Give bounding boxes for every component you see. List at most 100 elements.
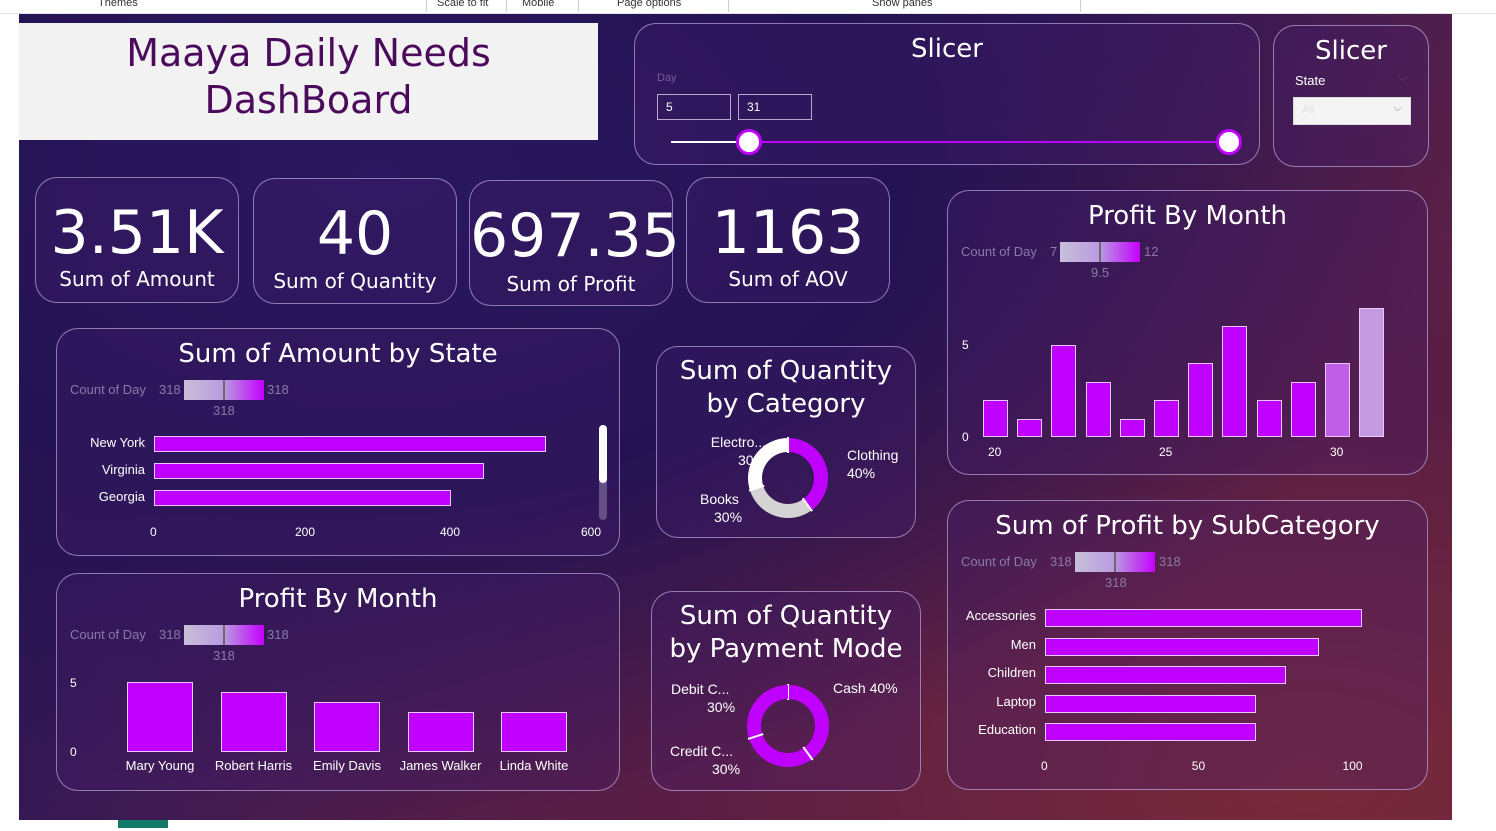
- legend-label: Count of Day: [961, 244, 1037, 259]
- kpi-label: Sum of AOV: [728, 267, 848, 291]
- donut-label: Cash 40%: [833, 679, 898, 697]
- kpi-card-amount: 3.51K Sum of Amount: [35, 177, 239, 303]
- right-margin: [1452, 14, 1496, 831]
- legend-label: Count of Day: [70, 627, 146, 642]
- chart-title: Sum of Quantity by Payment Mode: [669, 601, 903, 664]
- category-label: Georgia: [98, 489, 145, 504]
- x-tick-label: Mary Young: [125, 758, 195, 773]
- legend-gradient: [184, 625, 264, 645]
- bar: [1045, 637, 1320, 656]
- donut-chart: [747, 684, 829, 767]
- legend-mid: 318: [213, 403, 235, 418]
- day-max-input[interactable]: 31: [738, 94, 812, 120]
- slider-max-handle[interactable]: [1216, 129, 1242, 155]
- x-tick-label: 0: [1041, 759, 1048, 773]
- donut-label: Books 30%: [700, 490, 742, 526]
- dashboard-title-box: Maaya Daily Needs DashBoard: [19, 23, 598, 140]
- legend-min: 318: [159, 382, 181, 397]
- category-label: Men: [1010, 636, 1036, 652]
- chart-title: Profit By Month: [238, 584, 438, 614]
- kpi-label: Sum of Profit: [506, 272, 636, 296]
- bar: [1017, 418, 1043, 437]
- state-dropdown[interactable]: All ⌵: [1293, 97, 1411, 125]
- bar: [154, 490, 452, 506]
- toolbar-mobile[interactable]: Mobile: [522, 0, 554, 9]
- x-tick-label: 100: [1342, 759, 1363, 773]
- legend-max: 12: [1144, 244, 1159, 259]
- toolbar-divider: [728, 0, 729, 12]
- legend-label: Count of Day: [70, 382, 146, 397]
- day-min-input[interactable]: 5: [657, 94, 731, 120]
- y-tick-label: 5: [70, 676, 77, 690]
- kpi-value: 3.51K: [50, 198, 224, 268]
- slice-value: 40%: [869, 680, 898, 696]
- scrollbar-track[interactable]: [599, 425, 607, 520]
- bar: [1256, 400, 1282, 437]
- bar: [1051, 344, 1077, 437]
- slice-value: 30%: [714, 509, 743, 525]
- slice-name: Clothing: [847, 447, 899, 463]
- donut-slice: [787, 438, 828, 511]
- donut-slice: [749, 485, 812, 518]
- x-tick-label: 400: [440, 525, 461, 539]
- kpi-label: Sum of Amount: [59, 267, 215, 291]
- donut-label: Clothing 40%: [847, 446, 898, 482]
- x-tick-label: 0: [150, 525, 157, 539]
- legend-min: 318: [159, 627, 181, 642]
- chevron-down-icon[interactable]: ⌵: [1398, 70, 1407, 85]
- toolbar-divider: [1080, 0, 1081, 12]
- donut-slice: [747, 685, 789, 739]
- x-tick-label: James Walker: [399, 758, 482, 773]
- dashboard-title-line1: Maaya Daily Needs: [126, 31, 491, 75]
- slice-name: Debit C...: [671, 681, 730, 697]
- day-slicer-field: Day: [657, 72, 677, 84]
- bar: [1188, 363, 1214, 437]
- state-slicer-field: State: [1295, 73, 1326, 88]
- bar: [1290, 381, 1316, 437]
- toolbar-divider: [578, 0, 579, 12]
- legend-min: 7: [1050, 244, 1058, 259]
- bar: [314, 702, 380, 752]
- state-slicer-card: Slicer State ⌵ All ⌵: [1273, 25, 1429, 167]
- bar: [1045, 694, 1257, 713]
- quantity-by-category-chart: Sum of Quantity by Category Electro... 30…: [656, 346, 916, 538]
- legend-gradient: [184, 380, 264, 400]
- slice-value: 30%: [707, 699, 736, 715]
- toolbar-themes[interactable]: Themes: [98, 0, 138, 9]
- category-label: New York: [90, 435, 145, 450]
- legend-gradient: [1075, 552, 1155, 572]
- slice-value: 30%: [738, 452, 767, 468]
- bar: [983, 400, 1008, 437]
- legend-max: 318: [267, 627, 289, 642]
- category-label: Education: [978, 722, 1036, 737]
- chart-title: Sum of Amount by State: [178, 339, 498, 369]
- slider-min-handle[interactable]: [736, 129, 762, 155]
- bar: [1045, 609, 1362, 627]
- legend-max: 318: [267, 382, 289, 397]
- page-tab-indicator[interactable]: [118, 820, 168, 828]
- slice-value: 40%: [847, 465, 876, 481]
- kpi-label: Sum of Quantity: [273, 269, 437, 293]
- amount-by-state-chart: Sum of Amount by State Count of Day 318 …: [56, 328, 620, 556]
- chart-title: Sum of Profit by SubCategory: [995, 511, 1380, 541]
- chart-title: Profit By Month: [1087, 201, 1288, 231]
- scrollbar-thumb[interactable]: [599, 425, 607, 483]
- toolbar-scale-to-fit[interactable]: Scale to fit: [437, 0, 488, 9]
- legend-min: 318: [1050, 554, 1072, 569]
- bar: [1222, 326, 1248, 437]
- bar: [1045, 723, 1257, 741]
- toolbar-show-panes[interactable]: Show panes: [872, 0, 933, 9]
- bar: [501, 712, 567, 752]
- kpi-value: 1163: [711, 198, 865, 268]
- legend-mid: 318: [213, 648, 235, 663]
- kpi-card-profit: 697.35 Sum of Profit: [469, 180, 680, 306]
- toolbar-page-options[interactable]: Page options: [617, 0, 681, 9]
- x-tick-label: 20: [988, 445, 1002, 459]
- legend-gradient: [1060, 242, 1140, 262]
- y-tick-label: 5: [962, 337, 969, 352]
- category-label: Children: [987, 665, 1036, 680]
- legend-mid: 318: [1105, 575, 1127, 590]
- legend-mid: 9.5: [1091, 265, 1110, 280]
- x-tick-label: 600: [581, 525, 602, 539]
- bar: [1325, 363, 1350, 437]
